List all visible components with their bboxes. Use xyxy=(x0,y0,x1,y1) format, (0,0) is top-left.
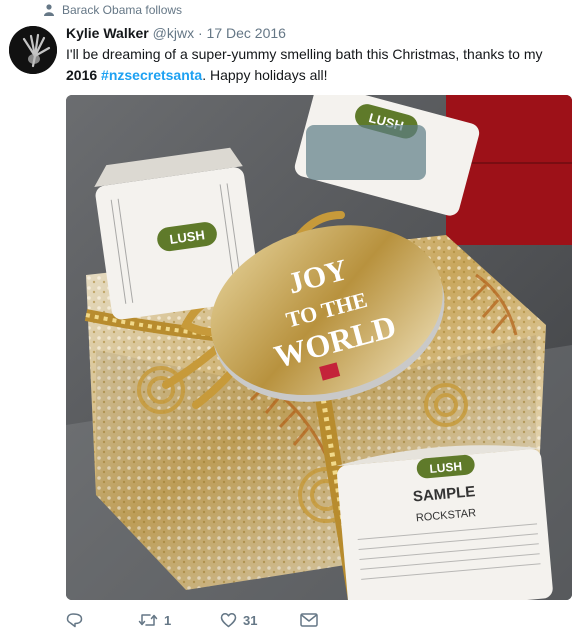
like-button[interactable]: 31 xyxy=(220,612,300,628)
gift-photo-illustration: LUSH LUSH JOY TO THE WORLD LUSH SAMPLE R… xyxy=(66,95,572,600)
tweet-header: Kylie Walker @kjwx · 17 Dec 2016 xyxy=(66,24,286,42)
tweet-actions: 1 31 xyxy=(66,612,340,628)
reply-icon xyxy=(66,613,83,628)
tweet-timestamp[interactable]: 17 Dec 2016 xyxy=(207,25,286,41)
retweet-count: 1 xyxy=(164,612,172,628)
retweet-button[interactable]: 1 xyxy=(138,612,220,628)
tweet-text-end: . Happy holidays all! xyxy=(202,67,328,83)
hashtag-link[interactable]: #nzsecretsanta xyxy=(101,67,202,83)
like-count: 31 xyxy=(243,612,258,628)
avatar[interactable] xyxy=(9,26,57,74)
heart-icon xyxy=(220,613,237,628)
person-icon xyxy=(44,4,54,16)
envelope-icon xyxy=(300,613,318,627)
direct-message-button[interactable] xyxy=(300,613,340,627)
retweet-icon xyxy=(138,614,158,626)
social-context[interactable]: Barack Obama follows xyxy=(44,3,182,17)
tweet-photo[interactable]: LUSH LUSH JOY TO THE WORLD LUSH SAMPLE R… xyxy=(66,95,572,600)
tweet-text: I'll be dreaming of a super-yummy smelli… xyxy=(66,44,566,86)
author-handle[interactable]: @kjwx xyxy=(153,25,194,41)
tweet-text-line1: I'll be dreaming of a super-yummy smelli… xyxy=(66,46,543,62)
reply-button[interactable] xyxy=(66,612,138,628)
tweet-year: 2016 xyxy=(66,67,98,83)
header-separator: · xyxy=(197,25,203,41)
lush-label-sample: LUSH xyxy=(429,459,463,476)
social-context-text: Barack Obama follows xyxy=(62,3,183,17)
author-name[interactable]: Kylie Walker xyxy=(66,25,149,41)
